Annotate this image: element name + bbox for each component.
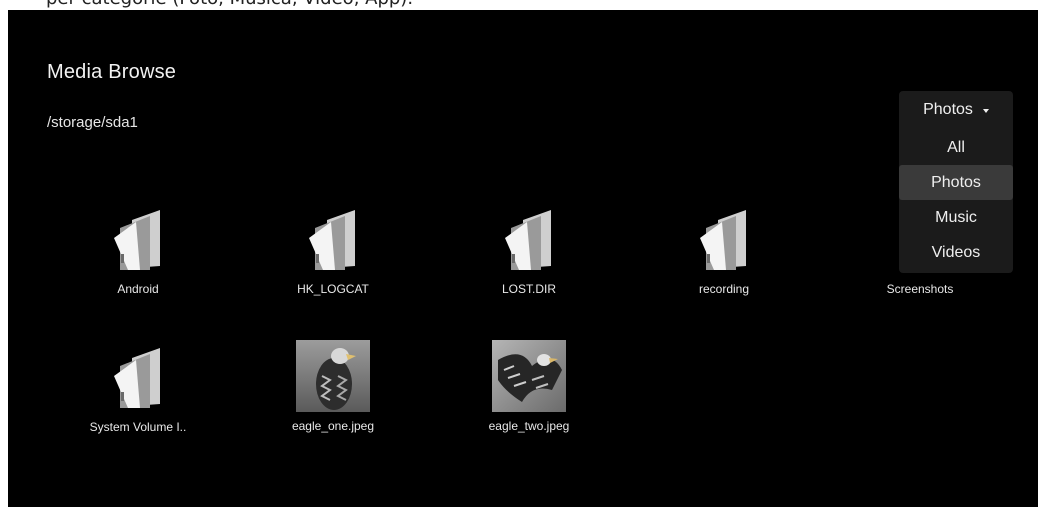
file-item-eagle-one[interactable]: eagle_one.jpeg <box>258 340 408 442</box>
file-name: HK_LOGCAT <box>297 282 369 296</box>
category-filter-dropdown[interactable]: Photos All Photos Music Videos <box>899 91 1013 273</box>
file-name: System Volume I.. <box>89 420 187 434</box>
filter-selected[interactable]: Photos <box>899 91 1013 130</box>
file-item-android[interactable]: Android <box>63 205 213 305</box>
folder-icon <box>489 205 569 273</box>
file-item-eagle-two[interactable]: eagle_two.jpeg <box>454 340 604 442</box>
filter-option-music[interactable]: Music <box>899 200 1013 235</box>
file-name: eagle_one.jpeg <box>291 419 375 433</box>
file-name: Screenshots <box>886 282 954 296</box>
file-name: recording <box>698 282 750 296</box>
filter-option-all[interactable]: All <box>899 130 1013 165</box>
file-item-lost-dir[interactable]: LOST.DIR <box>454 205 604 305</box>
filter-option-videos[interactable]: Videos <box>899 235 1013 270</box>
caret-down-icon <box>982 108 989 113</box>
file-grid: Android HK_LOGCAT LOST.DIR recording Scr… <box>8 10 1038 507</box>
page-caption: per categorie (Foto, Musica, Video, App)… <box>46 0 413 9</box>
filter-option-photos[interactable]: Photos <box>899 165 1013 200</box>
media-browser-screen: Media Browse /storage/sda1 Android HK_LO… <box>8 10 1038 507</box>
file-item-hk-logcat[interactable]: HK_LOGCAT <box>258 205 408 305</box>
file-name: LOST.DIR <box>501 282 556 296</box>
file-item-system-volume[interactable]: System Volume I.. <box>63 343 213 443</box>
file-name: eagle_two.jpeg <box>488 419 570 433</box>
file-name: Android <box>117 282 159 296</box>
filter-selected-label: Photos <box>923 101 973 118</box>
folder-icon <box>684 205 764 273</box>
folder-icon <box>98 205 178 273</box>
folder-icon <box>293 205 373 273</box>
image-thumbnail <box>489 340 569 412</box>
folder-icon <box>98 343 178 411</box>
file-item-recording[interactable]: recording <box>649 205 799 305</box>
image-thumbnail <box>293 340 373 412</box>
